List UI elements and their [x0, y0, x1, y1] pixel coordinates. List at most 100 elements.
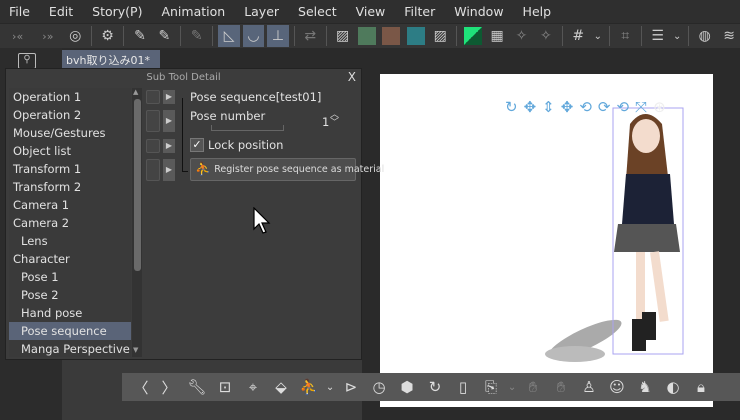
- camera-icon[interactable]: ⊡: [214, 376, 236, 398]
- body-icon[interactable]: ♙: [578, 376, 600, 398]
- book-icon[interactable]: ▯: [452, 376, 474, 398]
- category-item[interactable]: Transform 2: [9, 178, 131, 196]
- pen-fill-icon[interactable]: ✎: [129, 25, 150, 47]
- chevron-left-icon[interactable]: 〈: [130, 376, 152, 398]
- hand2-icon[interactable]: ✋︎: [550, 376, 572, 398]
- document-tab[interactable]: bvh取り込み01* ●: [62, 50, 160, 80]
- scroll-down-icon[interactable]: ▼: [133, 346, 138, 354]
- pen-fill2-icon[interactable]: ✎: [154, 25, 175, 47]
- move-z-icon[interactable]: ⇕: [542, 98, 555, 116]
- menu-file[interactable]: File: [0, 4, 40, 19]
- face-icon[interactable]: ☺: [606, 376, 628, 398]
- lock-position-checkbox[interactable]: ✓: [190, 138, 204, 152]
- tone-add2-icon[interactable]: ▨: [430, 25, 451, 47]
- menu-help[interactable]: Help: [514, 4, 562, 19]
- category-item[interactable]: Pose 1: [9, 268, 131, 286]
- display-toggle[interactable]: [146, 139, 160, 153]
- layout-icon[interactable]: ☰: [647, 25, 668, 47]
- menu-edit[interactable]: Edit: [40, 4, 83, 19]
- cube-reset-icon[interactable]: ⬢: [396, 376, 418, 398]
- wrench-icon[interactable]: 🔧︎: [186, 376, 208, 398]
- move-all-icon[interactable]: ✥: [561, 98, 574, 116]
- scroll-up-icon[interactable]: ▲: [133, 88, 138, 96]
- figure-add-icon[interactable]: ⛹: [298, 376, 320, 398]
- category-item[interactable]: Lens: [9, 232, 131, 250]
- scrollbar-thumb[interactable]: [134, 99, 141, 271]
- category-item[interactable]: Hand pose: [9, 304, 131, 322]
- register-pose-sequence-button[interactable]: ⛹ Register pose sequence as material: [190, 158, 384, 181]
- green-swatch-icon[interactable]: [356, 25, 377, 47]
- timer-icon[interactable]: ◷: [368, 376, 390, 398]
- category-item[interactable]: Pose 2: [9, 286, 131, 304]
- rotate-z-icon[interactable]: ⟲: [616, 98, 629, 116]
- grid-ruler-icon[interactable]: ▦: [486, 25, 507, 47]
- pose-number-slider[interactable]: [211, 125, 284, 131]
- lock-icon[interactable]: 🔒︎: [690, 376, 712, 398]
- pen-disabled-icon[interactable]: ✎: [186, 25, 207, 47]
- brown-swatch-icon[interactable]: [381, 25, 402, 47]
- menu-window[interactable]: Window: [445, 4, 513, 19]
- chevron-down-icon[interactable]: ⌄: [326, 376, 334, 398]
- pose-clipboard-icon[interactable]: ⎘: [480, 376, 502, 398]
- category-item[interactable]: Character: [9, 250, 131, 268]
- hair-icon[interactable]: ♞: [634, 376, 656, 398]
- rotate-cube-icon[interactable]: ⟲: [579, 98, 592, 116]
- rotate-icon[interactable]: ↻: [505, 98, 518, 116]
- category-item[interactable]: Operation 1: [9, 88, 131, 106]
- ground-icon[interactable]: ⬙: [270, 376, 292, 398]
- expand-arrow-icon[interactable]: ▶: [163, 139, 175, 153]
- category-item[interactable]: Camera 1: [9, 196, 131, 214]
- category-item[interactable]: Camera 2: [9, 214, 131, 232]
- chevron-down2-icon[interactable]: ⌄: [671, 25, 683, 47]
- teal-swatch-icon[interactable]: [405, 25, 426, 47]
- gear-icon[interactable]: ⚙: [97, 25, 118, 47]
- category-item[interactable]: Manga Perspective: [9, 340, 131, 358]
- chevron-right-icon[interactable]: 〉: [158, 376, 180, 398]
- chevron-down-icon[interactable]: ⌄: [592, 25, 604, 47]
- panel-title-bar[interactable]: Sub Tool Detail X: [6, 69, 361, 87]
- curve-ruler-icon[interactable]: ◡: [242, 25, 265, 47]
- pose-number-value[interactable]: 1: [322, 115, 329, 129]
- category-item[interactable]: Pose sequence: [9, 322, 131, 340]
- spiral-icon[interactable]: ◎: [65, 25, 86, 47]
- wand2-icon[interactable]: ✧: [535, 25, 556, 47]
- rotate-reset-icon[interactable]: ↻: [424, 376, 446, 398]
- tone-add-icon[interactable]: ▨: [332, 25, 353, 47]
- canvas[interactable]: [380, 74, 713, 407]
- category-item[interactable]: Object list: [9, 142, 131, 160]
- move-xy-icon[interactable]: ✥: [524, 98, 537, 116]
- menu-layer[interactable]: Layer: [235, 4, 289, 19]
- expand-icon[interactable]: ›»: [34, 25, 61, 47]
- mask-icon[interactable]: [462, 25, 483, 47]
- menu-view[interactable]: View: [347, 4, 396, 19]
- expand-arrow-icon[interactable]: ▶: [163, 110, 175, 132]
- category-item[interactable]: Operation 2: [9, 106, 131, 124]
- fit-icon[interactable]: ⌖: [242, 376, 264, 398]
- menu-animation[interactable]: Animation: [152, 4, 235, 19]
- close-button[interactable]: X: [348, 69, 356, 86]
- display-toggle[interactable]: [146, 90, 160, 104]
- chevron-down2-icon[interactable]: ⌄: [508, 376, 516, 398]
- menu-story[interactable]: Story(P): [83, 4, 152, 19]
- ruler-edit-icon[interactable]: ⊥: [267, 25, 289, 47]
- 3d-character-model[interactable]: [380, 74, 713, 407]
- ruler-swap-icon[interactable]: ⇄: [300, 25, 321, 47]
- display-toggle[interactable]: [146, 159, 160, 181]
- head-icon[interactable]: ◐: [662, 376, 684, 398]
- menu-select[interactable]: Select: [289, 4, 347, 19]
- sphere-icon[interactable]: ◍: [694, 25, 715, 47]
- expand-arrow-icon[interactable]: ▶: [163, 90, 175, 104]
- folder-icon[interactable]: ⚲: [18, 53, 36, 69]
- gravity-icon[interactable]: ⊛: [653, 98, 666, 116]
- expand-arrow-icon[interactable]: ▶: [163, 159, 175, 181]
- rotate-y-icon[interactable]: ⟳: [598, 98, 611, 116]
- hand-icon[interactable]: ✋︎: [522, 376, 544, 398]
- ruler-icon[interactable]: ◺: [218, 25, 240, 47]
- category-item[interactable]: Transform 1: [9, 160, 131, 178]
- display-toggle[interactable]: [146, 110, 160, 132]
- collapse-icon[interactable]: ›«: [4, 25, 31, 47]
- menu-filter[interactable]: Filter: [395, 4, 445, 19]
- spinner-icon[interactable]: ︿ ﹀: [330, 111, 339, 128]
- wand-icon[interactable]: ✧: [511, 25, 532, 47]
- scale-icon[interactable]: ⤧: [635, 98, 647, 116]
